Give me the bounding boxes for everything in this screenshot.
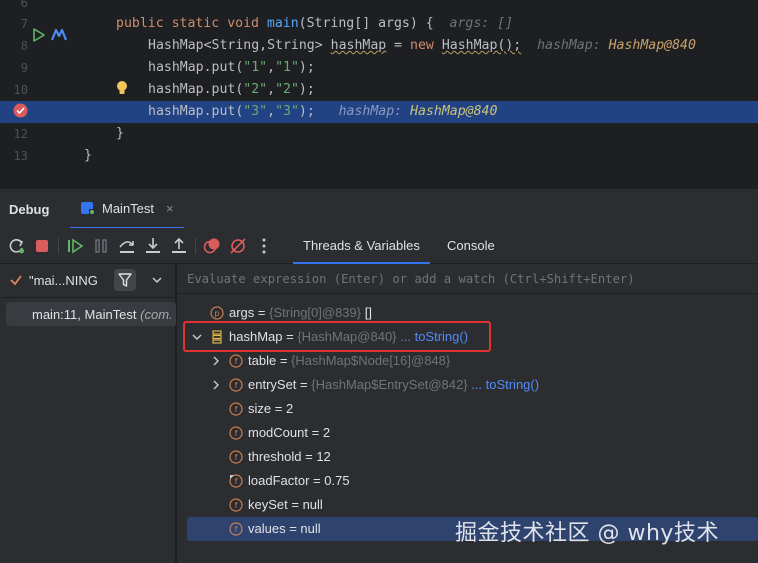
tab-console[interactable]: Console — [437, 228, 505, 264]
field-icon: f — [229, 426, 243, 440]
code-line-10[interactable]: 10 hashMap.put("2","2"); — [0, 79, 758, 101]
frame-item[interactable]: main:11, MainTest (com. — [6, 302, 176, 326]
field-icon: f — [229, 522, 243, 536]
code-text: public static void main(String[] args) {… — [116, 16, 514, 31]
pause-icon[interactable] — [92, 237, 110, 255]
mute-breakpoints-icon[interactable] — [229, 237, 247, 255]
lightbulb-icon[interactable] — [116, 80, 128, 96]
chevron-down-icon[interactable] — [151, 274, 163, 286]
variable-text: table = {HashMap$Node[16]@848} — [248, 353, 451, 368]
code-text: } — [84, 148, 92, 163]
evaluate-expression-input[interactable] — [187, 269, 747, 289]
code-editor[interactable]: 6 7 public static void main(String[] arg… — [0, 0, 758, 188]
to-string-link: ... toString() — [467, 377, 540, 392]
svg-text:f: f — [235, 429, 238, 438]
svg-text:f: f — [235, 381, 238, 390]
resume-icon[interactable] — [66, 237, 84, 255]
variable-row-keyset[interactable]: f keySet = null — [177, 493, 758, 517]
variable-text: threshold = 12 — [248, 449, 331, 464]
close-icon[interactable]: × — [166, 201, 174, 216]
watermark-text: 掘金技术社区 @ why技术 — [455, 521, 719, 546]
field-icon: f — [229, 378, 243, 392]
variable-text: keySet = null — [248, 497, 323, 512]
rerun-icon[interactable] — [8, 237, 26, 255]
code-line-12[interactable]: 12 } — [0, 123, 758, 145]
variable-row-size[interactable]: f size = 2 — [177, 397, 758, 421]
check-icon — [10, 275, 22, 286]
code-line-6[interactable]: 6 — [0, 0, 758, 14]
code-line-13[interactable]: 13 } — [0, 145, 758, 167]
view-breakpoints-icon[interactable] — [203, 237, 221, 255]
inline-hint: args: [] — [449, 16, 514, 31]
variable-text: loadFactor = 0.75 — [248, 473, 350, 488]
line-number: 8 — [20, 39, 28, 53]
variable-text: args = {String[0]@839} [] — [229, 305, 372, 320]
frames-panel: "mai...NING main:11, MainTest (com. — [0, 264, 176, 563]
code-line-7[interactable]: 7 public static void main(String[] args)… — [0, 13, 758, 42]
code-text: hashMap.put("3","3"); hashMap: HashMap@8… — [148, 104, 498, 119]
code-line-8[interactable]: 8 HashMap<String,String> hashMap = new H… — [0, 35, 758, 57]
stop-icon[interactable] — [33, 237, 51, 255]
line-number: 12 — [13, 127, 28, 141]
parameter-icon: p — [210, 306, 224, 320]
tab-maintest[interactable]: MainTest × — [70, 189, 184, 229]
variable-text: modCount = 2 — [248, 425, 331, 440]
svg-text:f: f — [235, 405, 238, 414]
svg-text:f: f — [235, 501, 238, 510]
line-number: 7 — [20, 17, 28, 31]
field-icon: f — [229, 354, 243, 368]
highlight-annotation-box — [183, 321, 491, 352]
step-into-icon[interactable] — [144, 237, 162, 255]
line-number: 10 — [13, 83, 28, 97]
chevron-right-icon[interactable] — [211, 379, 221, 391]
svg-text:f: f — [235, 357, 238, 366]
final-field-icon: f — [229, 474, 243, 488]
field-icon: f — [229, 450, 243, 464]
code-text: } — [116, 126, 124, 141]
line-number: 6 — [20, 0, 28, 10]
variable-row-table[interactable]: f table = {HashMap$Node[16]@848} — [177, 349, 758, 373]
field-icon: f — [229, 402, 243, 416]
line-number: 13 — [13, 149, 28, 163]
tab-label: MainTest — [102, 200, 155, 216]
variable-text: values = null — [248, 521, 321, 536]
variable-row-loadfactor[interactable]: f loadFactor = 0.75 — [177, 469, 758, 493]
debug-title: Debug — [9, 202, 50, 217]
inline-hint: hashMap: HashMap@840 — [537, 38, 696, 53]
variable-row-threshold[interactable]: f threshold = 12 — [177, 445, 758, 469]
step-over-icon[interactable] — [118, 237, 136, 255]
filter-icon — [118, 273, 132, 287]
evaluate-bar — [177, 264, 758, 294]
variable-text: entrySet = {HashMap$EntrySet@842} ... to… — [248, 377, 540, 392]
code-text: hashMap.put("2","2"); — [148, 82, 315, 97]
frame-label: main:11, MainTest (com. — [32, 307, 173, 322]
debug-toolbar: Threads & Variables Console — [0, 228, 758, 264]
line-number: 9 — [20, 61, 28, 75]
svg-text:f: f — [235, 453, 238, 462]
chevron-right-icon[interactable] — [211, 355, 221, 367]
filter-button[interactable] — [114, 269, 136, 291]
svg-text:f: f — [235, 525, 238, 534]
code-text: HashMap<String,String> hashMap = new Has… — [148, 38, 696, 53]
code-text: hashMap.put("1","1"); — [148, 60, 315, 75]
field-icon: f — [229, 498, 243, 512]
thread-label: "mai...NING — [29, 273, 98, 288]
tab-threads-variables[interactable]: Threads & Variables — [293, 228, 430, 264]
breakpoint-icon[interactable] — [13, 103, 28, 118]
debug-tool-window-header: Debug MainTest × — [0, 188, 758, 229]
code-line-9[interactable]: 9 hashMap.put("1","1"); — [0, 57, 758, 79]
run-config-icon — [81, 202, 95, 215]
more-options-icon[interactable] — [255, 237, 273, 255]
inline-hint: hashMap: HashMap@840 — [338, 104, 498, 119]
variable-row-modcount[interactable]: f modCount = 2 — [177, 421, 758, 445]
svg-text:f: f — [235, 477, 238, 486]
svg-text:p: p — [214, 309, 219, 318]
step-out-icon[interactable] — [170, 237, 188, 255]
code-line-11-current[interactable]: 11 hashMap.put("3","3"); hashMap: HashMa… — [0, 101, 758, 123]
thread-selector[interactable]: "mai...NING — [0, 264, 176, 298]
variable-text: size = 2 — [248, 401, 294, 416]
variable-row-entryset[interactable]: f entrySet = {HashMap$EntrySet@842} ... … — [177, 373, 758, 397]
